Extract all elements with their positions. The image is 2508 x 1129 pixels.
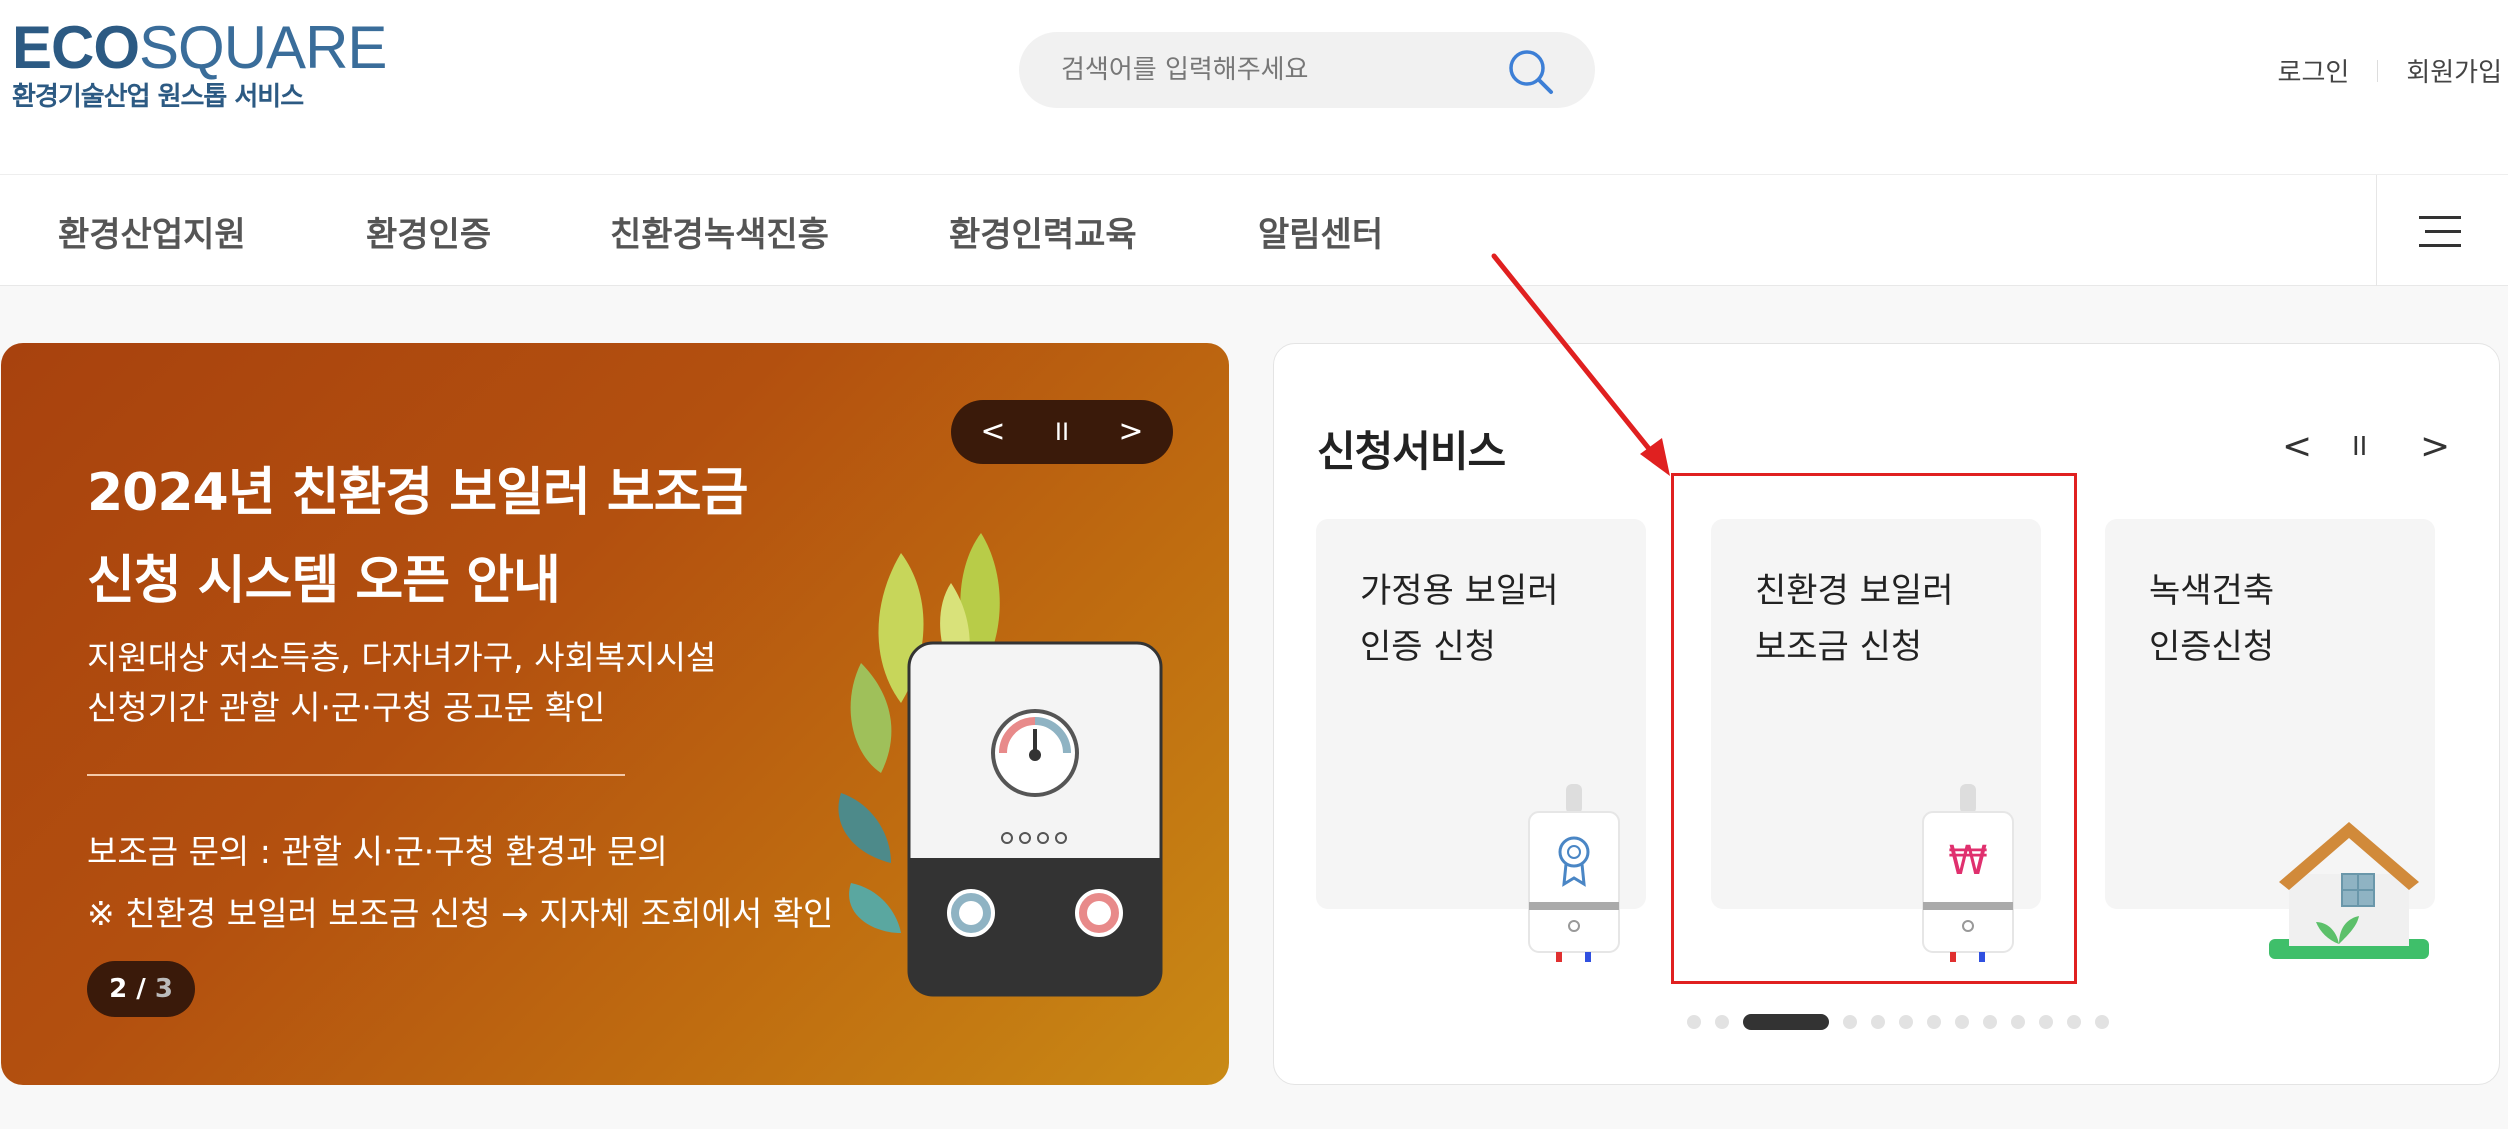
banner-title: 2024년 친환경 보일러 보조금 신청 시스템 오픈 안내 [87, 449, 748, 625]
nav-item-notice-center[interactable]: 알림센터 [1258, 207, 1383, 256]
card-label-line1: 녹색건축 [2149, 571, 2275, 611]
logo-eco: ECO [12, 14, 140, 81]
login-link[interactable]: 로그인 [2278, 52, 2350, 89]
logo-square: SQUARE [139, 14, 387, 81]
banner-description: 지원대상 저소득층, 다자녀가구, 사회복지시설 신청기간 관할 시·군·구청 … [87, 633, 716, 733]
banner-pause-button[interactable]: II [1032, 400, 1092, 464]
card-label: 가정용 보일러 인증 신청 [1360, 563, 1559, 675]
annotation-arrow-icon [1491, 253, 1670, 476]
card-label-line2: 인증신청 [2149, 627, 2275, 667]
carousel-dot[interactable] [1955, 1015, 1969, 1029]
banner-title-line1: 2024년 친환경 보일러 보조금 [87, 463, 748, 523]
main-banner[interactable]: 2024년 친환경 보일러 보조금 신청 시스템 오픈 안내 지원대상 저소득층… [1, 343, 1229, 1085]
banner-info-line2: ※ 친환경 보일러 보조금 신청 → 지자체 조회에서 확인 [87, 894, 834, 933]
nav-item-education[interactable]: 환경인력교육 [949, 207, 1137, 256]
site-logo[interactable]: ECOSQUARE 환경기술산업 원스톱 서비스 [12, 14, 387, 114]
carousel-dot[interactable] [1899, 1015, 1913, 1029]
carousel-dot-active[interactable] [1743, 1014, 1829, 1030]
banner-info-line1: 보조금 문의 : 관할 시·군·구청 환경과 문의 [87, 832, 668, 871]
carousel-dot[interactable] [2067, 1015, 2081, 1029]
pager-current: 2 [109, 974, 128, 1004]
carousel-dot[interactable] [2039, 1015, 2053, 1029]
banner-desc-line2: 신청기간 관할 시·군·구청 공고문 확인 [87, 688, 606, 727]
nav-item-certification[interactable]: 환경인증 [366, 207, 491, 256]
logo-subtitle: 환경기술산업 원스톱 서비스 [12, 82, 304, 112]
nav-item-green-promotion[interactable]: 친환경녹색진흥 [610, 207, 829, 256]
search-icon[interactable] [1503, 44, 1559, 100]
carousel-dot[interactable] [1843, 1015, 1857, 1029]
carousel-dot[interactable] [1927, 1015, 1941, 1029]
card-label: 녹색건축 인증신청 [2149, 563, 2274, 675]
signup-link[interactable]: 회원가입 [2406, 52, 2502, 89]
banner-divider [87, 774, 625, 776]
card-label-line2: 인증 신청 [1360, 627, 1496, 667]
carousel-dot[interactable] [1871, 1015, 1885, 1029]
menu-icon[interactable] [2376, 175, 2508, 286]
carousel-dot[interactable] [1715, 1015, 1729, 1029]
banner-title-line2: 신청 시스템 오픈 안내 [87, 551, 561, 611]
banner-desc-line1: 지원대상 저소득층, 다자녀가구, 사회복지시설 [87, 638, 717, 677]
banner-prev-button[interactable]: < [963, 400, 1023, 464]
services-pause-button[interactable]: II [2352, 432, 2367, 462]
services-prev-button[interactable]: < [2282, 426, 2312, 467]
site-header: ECOSQUARE 환경기술산업 원스톱 서비스 로그인 회원가입 [0, 0, 2508, 174]
card-label-line1: 가정용 보일러 [1360, 571, 1559, 611]
boiler-illustration-icon [838, 533, 1163, 997]
search-input[interactable] [1061, 50, 1491, 90]
banner-next-button[interactable]: > [1101, 400, 1161, 464]
carousel-dot[interactable] [1687, 1015, 1701, 1029]
services-title: 신청서비스 [1317, 427, 1506, 476]
banner-info: 보조금 문의 : 관할 시·군·구청 환경과 문의 ※ 친환경 보일러 보조금 … [87, 821, 833, 945]
logo-wordmark: ECOSQUARE [12, 14, 387, 81]
annotation-highlight-box [1671, 473, 2077, 984]
banner-controls: < II > [951, 400, 1173, 464]
pager-total: 3 [154, 974, 173, 1004]
user-utility-links: 로그인 회원가입 [2278, 52, 2502, 89]
util-divider [2377, 59, 2379, 82]
banner-pager: 2 / 3 [87, 961, 195, 1017]
page: ECOSQUARE 환경기술산업 원스톱 서비스 로그인 회원가입 환경산업지원… [0, 0, 2508, 1129]
main-nav: 환경산업지원 환경인증 친환경녹색진흥 환경인력교육 알림센터 [0, 174, 2508, 286]
carousel-dot[interactable] [1983, 1015, 1997, 1029]
boiler-certificate-icon [1528, 784, 1620, 962]
pager-separator: / [136, 974, 146, 1004]
carousel-dot[interactable] [2011, 1015, 2025, 1029]
nav-item-industry-support[interactable]: 환경산업지원 [58, 207, 246, 256]
services-next-button[interactable]: > [2420, 426, 2450, 467]
carousel-dot[interactable] [2095, 1015, 2109, 1029]
green-house-icon [2269, 822, 2429, 959]
